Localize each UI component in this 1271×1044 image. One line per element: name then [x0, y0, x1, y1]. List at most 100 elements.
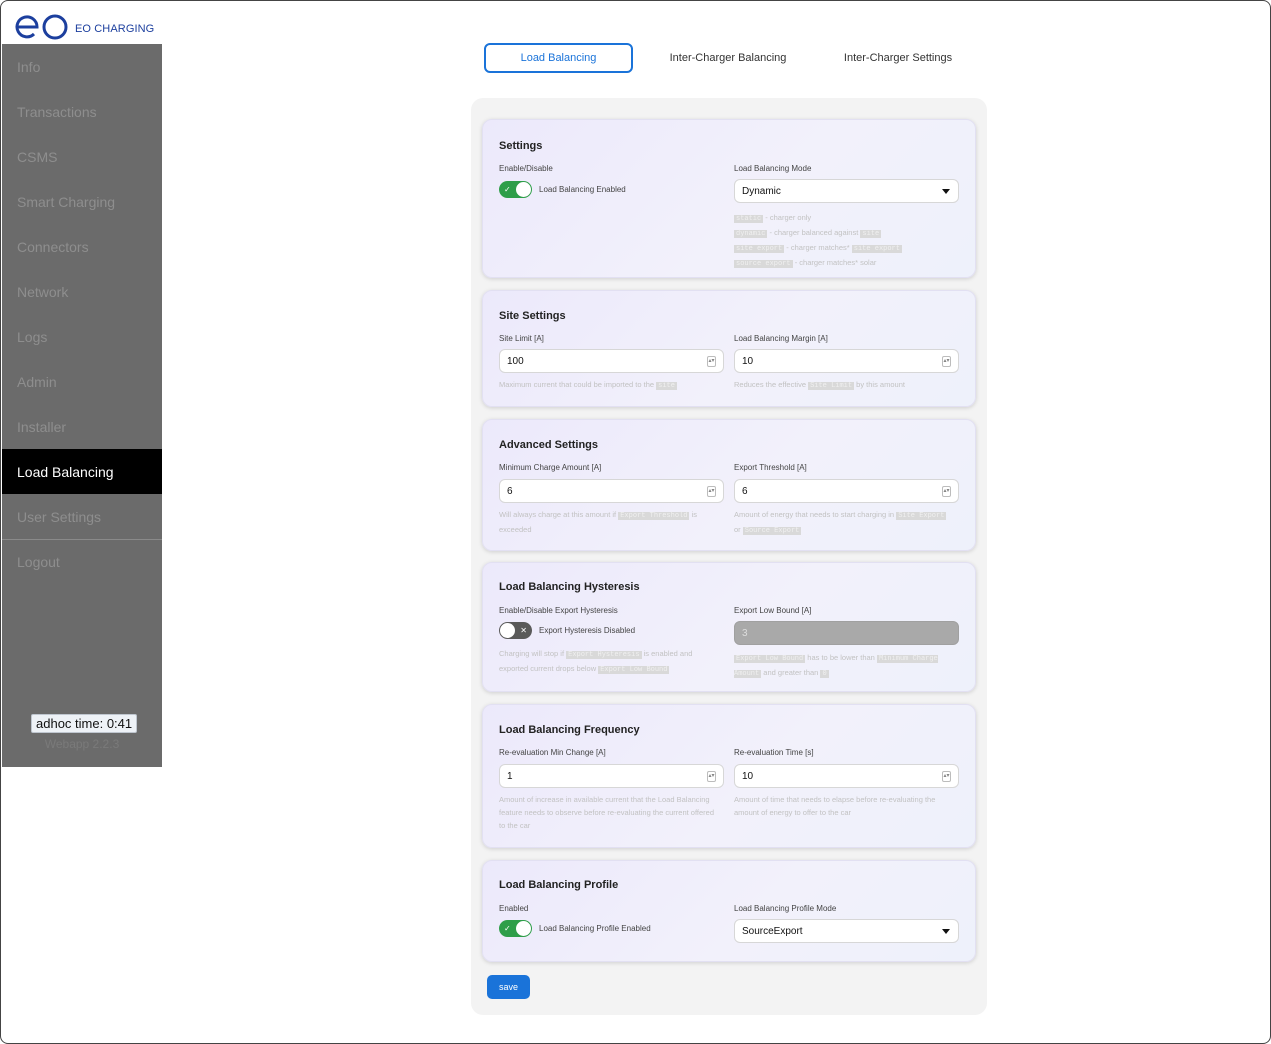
profile-mode-value: SourceExport [742, 925, 803, 937]
export-hysteresis-toggle-label: Export Hysteresis Disabled [539, 626, 636, 635]
spinner-icon[interactable]: ▴▾ [942, 356, 951, 367]
eo-logo-icon [15, 14, 68, 40]
spinner-icon[interactable]: ▴▾ [942, 486, 951, 497]
mode-help-line: dynamic - charger balanced against site [734, 228, 882, 238]
tab-load-balancing[interactable]: Load Balancing [484, 43, 633, 73]
advanced-settings-title: Advanced Settings [499, 439, 599, 451]
sidebar-item-user-settings[interactable]: User Settings [2, 494, 162, 539]
frequency-card: Load Balancing Frequency Re-evaluation M… [482, 704, 976, 848]
spinner-icon[interactable]: ▴▾ [707, 356, 716, 367]
margin-input[interactable]: 10 ▴▾ [734, 349, 959, 373]
sidebar-item-transactions[interactable]: Transactions [2, 89, 162, 134]
profile-toggle[interactable]: ✓ [499, 920, 532, 937]
site-limit-help: Maximum current that could be imported t… [499, 380, 677, 390]
tab-inter-charger-balancing[interactable]: Inter-Charger Balancing [633, 43, 823, 73]
save-button[interactable]: save [487, 975, 530, 999]
toggle-knob [516, 182, 531, 197]
tab-inter-charger-settings[interactable]: Inter-Charger Settings [823, 43, 973, 73]
export-low-bound-label: Export Low Bound [A] [734, 606, 812, 615]
adhoc-time-badge: adhoc time: 0:41 [31, 714, 138, 733]
settings-title: Settings [499, 140, 543, 152]
export-hysteresis-toggle[interactable]: ✕ [499, 622, 532, 639]
close-icon: ✕ [520, 626, 527, 635]
frequency-title: Load Balancing Frequency [499, 724, 640, 736]
check-icon: ✓ [504, 185, 511, 194]
caret-down-icon [942, 929, 950, 934]
caret-down-icon [942, 189, 950, 194]
sidebar-item-network[interactable]: Network [2, 269, 162, 314]
min-charge-help: Will always charge at this amount if Exp… [499, 510, 697, 534]
mode-help-line: source export - charger matches* solar [734, 258, 877, 268]
export-threshold-help: Amount of energy that needs to start cha… [734, 510, 947, 535]
spinner-icon[interactable]: ▴▾ [707, 486, 716, 497]
hysteresis-enable-label: Enable/Disable Export Hysteresis [499, 606, 618, 615]
brand-logo: EO CHARGING [15, 10, 154, 44]
profile-enable-label: Enabled [499, 904, 529, 913]
mode-help-line: static - charger only [734, 213, 812, 223]
sidebar-item-connectors[interactable]: Connectors [2, 224, 162, 269]
spinner-icon[interactable]: ▴▾ [707, 771, 716, 782]
spinner-icon[interactable]: ▴▾ [942, 771, 951, 782]
min-change-input[interactable]: 1 ▴▾ [499, 764, 724, 788]
margin-label: Load Balancing Margin [A] [734, 334, 828, 343]
hysteresis-help: Charging will stop if Export Hysteresis … [499, 649, 693, 674]
re-evaluation-time-label: Re-evaluation Time [s] [734, 748, 814, 757]
tab-bar: Load Balancing Inter-Charger Balancing I… [484, 43, 973, 73]
min-change-label: Re-evaluation Min Change [A] [499, 748, 606, 757]
site-limit-value: 100 [507, 355, 524, 367]
sidebar: Info Transactions CSMS Smart Charging Co… [2, 44, 162, 767]
sidebar-item-logs[interactable]: Logs [2, 314, 162, 359]
sidebar-item-load-balancing[interactable]: Load Balancing [2, 449, 162, 494]
hysteresis-title: Load Balancing Hysteresis [499, 581, 640, 593]
app-window: EO CHARGING Info Transactions CSMS Smart… [0, 0, 1271, 1044]
toggle-knob [516, 921, 531, 936]
mode-value: Dynamic [742, 185, 781, 197]
mode-help: static - charger only dynamic - charger … [734, 211, 949, 271]
export-threshold-input[interactable]: 6 ▴▾ [734, 479, 959, 503]
min-charge-label: Minimum Charge Amount [A] [499, 463, 602, 472]
export-low-bound-help: Export Low Bound has to be lower than Mi… [734, 653, 938, 678]
sidebar-item-installer[interactable]: Installer [2, 404, 162, 449]
min-charge-input[interactable]: 6 ▴▾ [499, 479, 724, 503]
advanced-settings-card: Advanced Settings Minimum Charge Amount … [482, 419, 976, 551]
site-settings-card: Site Settings Site Limit [A] 100 ▴▾ Maxi… [482, 290, 976, 407]
site-limit-label: Site Limit [A] [499, 334, 544, 343]
re-evaluation-time-help: Amount of time that needs to elapse befo… [734, 795, 936, 817]
sidebar-item-admin[interactable]: Admin [2, 359, 162, 404]
brand-name: EO CHARGING [75, 23, 155, 35]
toggle-knob [500, 623, 515, 638]
sidebar-item-info[interactable]: Info [2, 44, 162, 89]
re-evaluation-time-value: 10 [742, 770, 754, 782]
mode-help-line: site export - charger matches* site expo… [734, 243, 902, 253]
webapp-version: Webapp 2.2.3 [44, 737, 120, 751]
min-charge-value: 6 [507, 485, 513, 497]
profile-card: Load Balancing Profile Enabled ✓ Load Ba… [482, 860, 976, 962]
profile-mode-label: Load Balancing Profile Mode [734, 904, 837, 913]
export-threshold-label: Export Threshold [A] [734, 463, 807, 472]
sidebar-item-logout[interactable]: Logout [2, 539, 162, 584]
profile-title: Load Balancing Profile [499, 879, 619, 891]
hysteresis-card: Load Balancing Hysteresis Enable/Disable… [482, 562, 976, 692]
sidebar-item-smart-charging[interactable]: Smart Charging [2, 179, 162, 224]
export-low-bound-input: 3 [734, 621, 959, 645]
site-settings-title: Site Settings [499, 310, 566, 322]
settings-card: Settings Enable/Disable ✓ Load Balancing… [482, 119, 976, 278]
margin-help: Reduces the effective Site Limit by this… [734, 380, 905, 390]
site-limit-input[interactable]: 100 ▴▾ [499, 349, 724, 373]
min-change-help: Amount of increase in available current … [499, 795, 714, 830]
load-balancing-toggle-label: Load Balancing Enabled [539, 185, 626, 194]
check-icon: ✓ [504, 924, 511, 933]
export-low-bound-value: 3 [742, 627, 748, 639]
enable-label: Enable/Disable [499, 164, 553, 173]
mode-label: Load Balancing Mode [734, 164, 812, 173]
load-balancing-toggle[interactable]: ✓ [499, 181, 532, 198]
re-evaluation-time-input[interactable]: 10 ▴▾ [734, 764, 959, 788]
export-threshold-value: 6 [742, 485, 748, 497]
load-balancing-mode-select[interactable]: Dynamic [734, 179, 959, 203]
min-change-value: 1 [507, 770, 513, 782]
profile-mode-select[interactable]: SourceExport [734, 919, 959, 943]
sidebar-item-csms[interactable]: CSMS [2, 134, 162, 179]
settings-panel: Settings Enable/Disable ✓ Load Balancing… [471, 98, 987, 1015]
margin-value: 10 [742, 355, 754, 367]
profile-toggle-label: Load Balancing Profile Enabled [539, 924, 651, 933]
